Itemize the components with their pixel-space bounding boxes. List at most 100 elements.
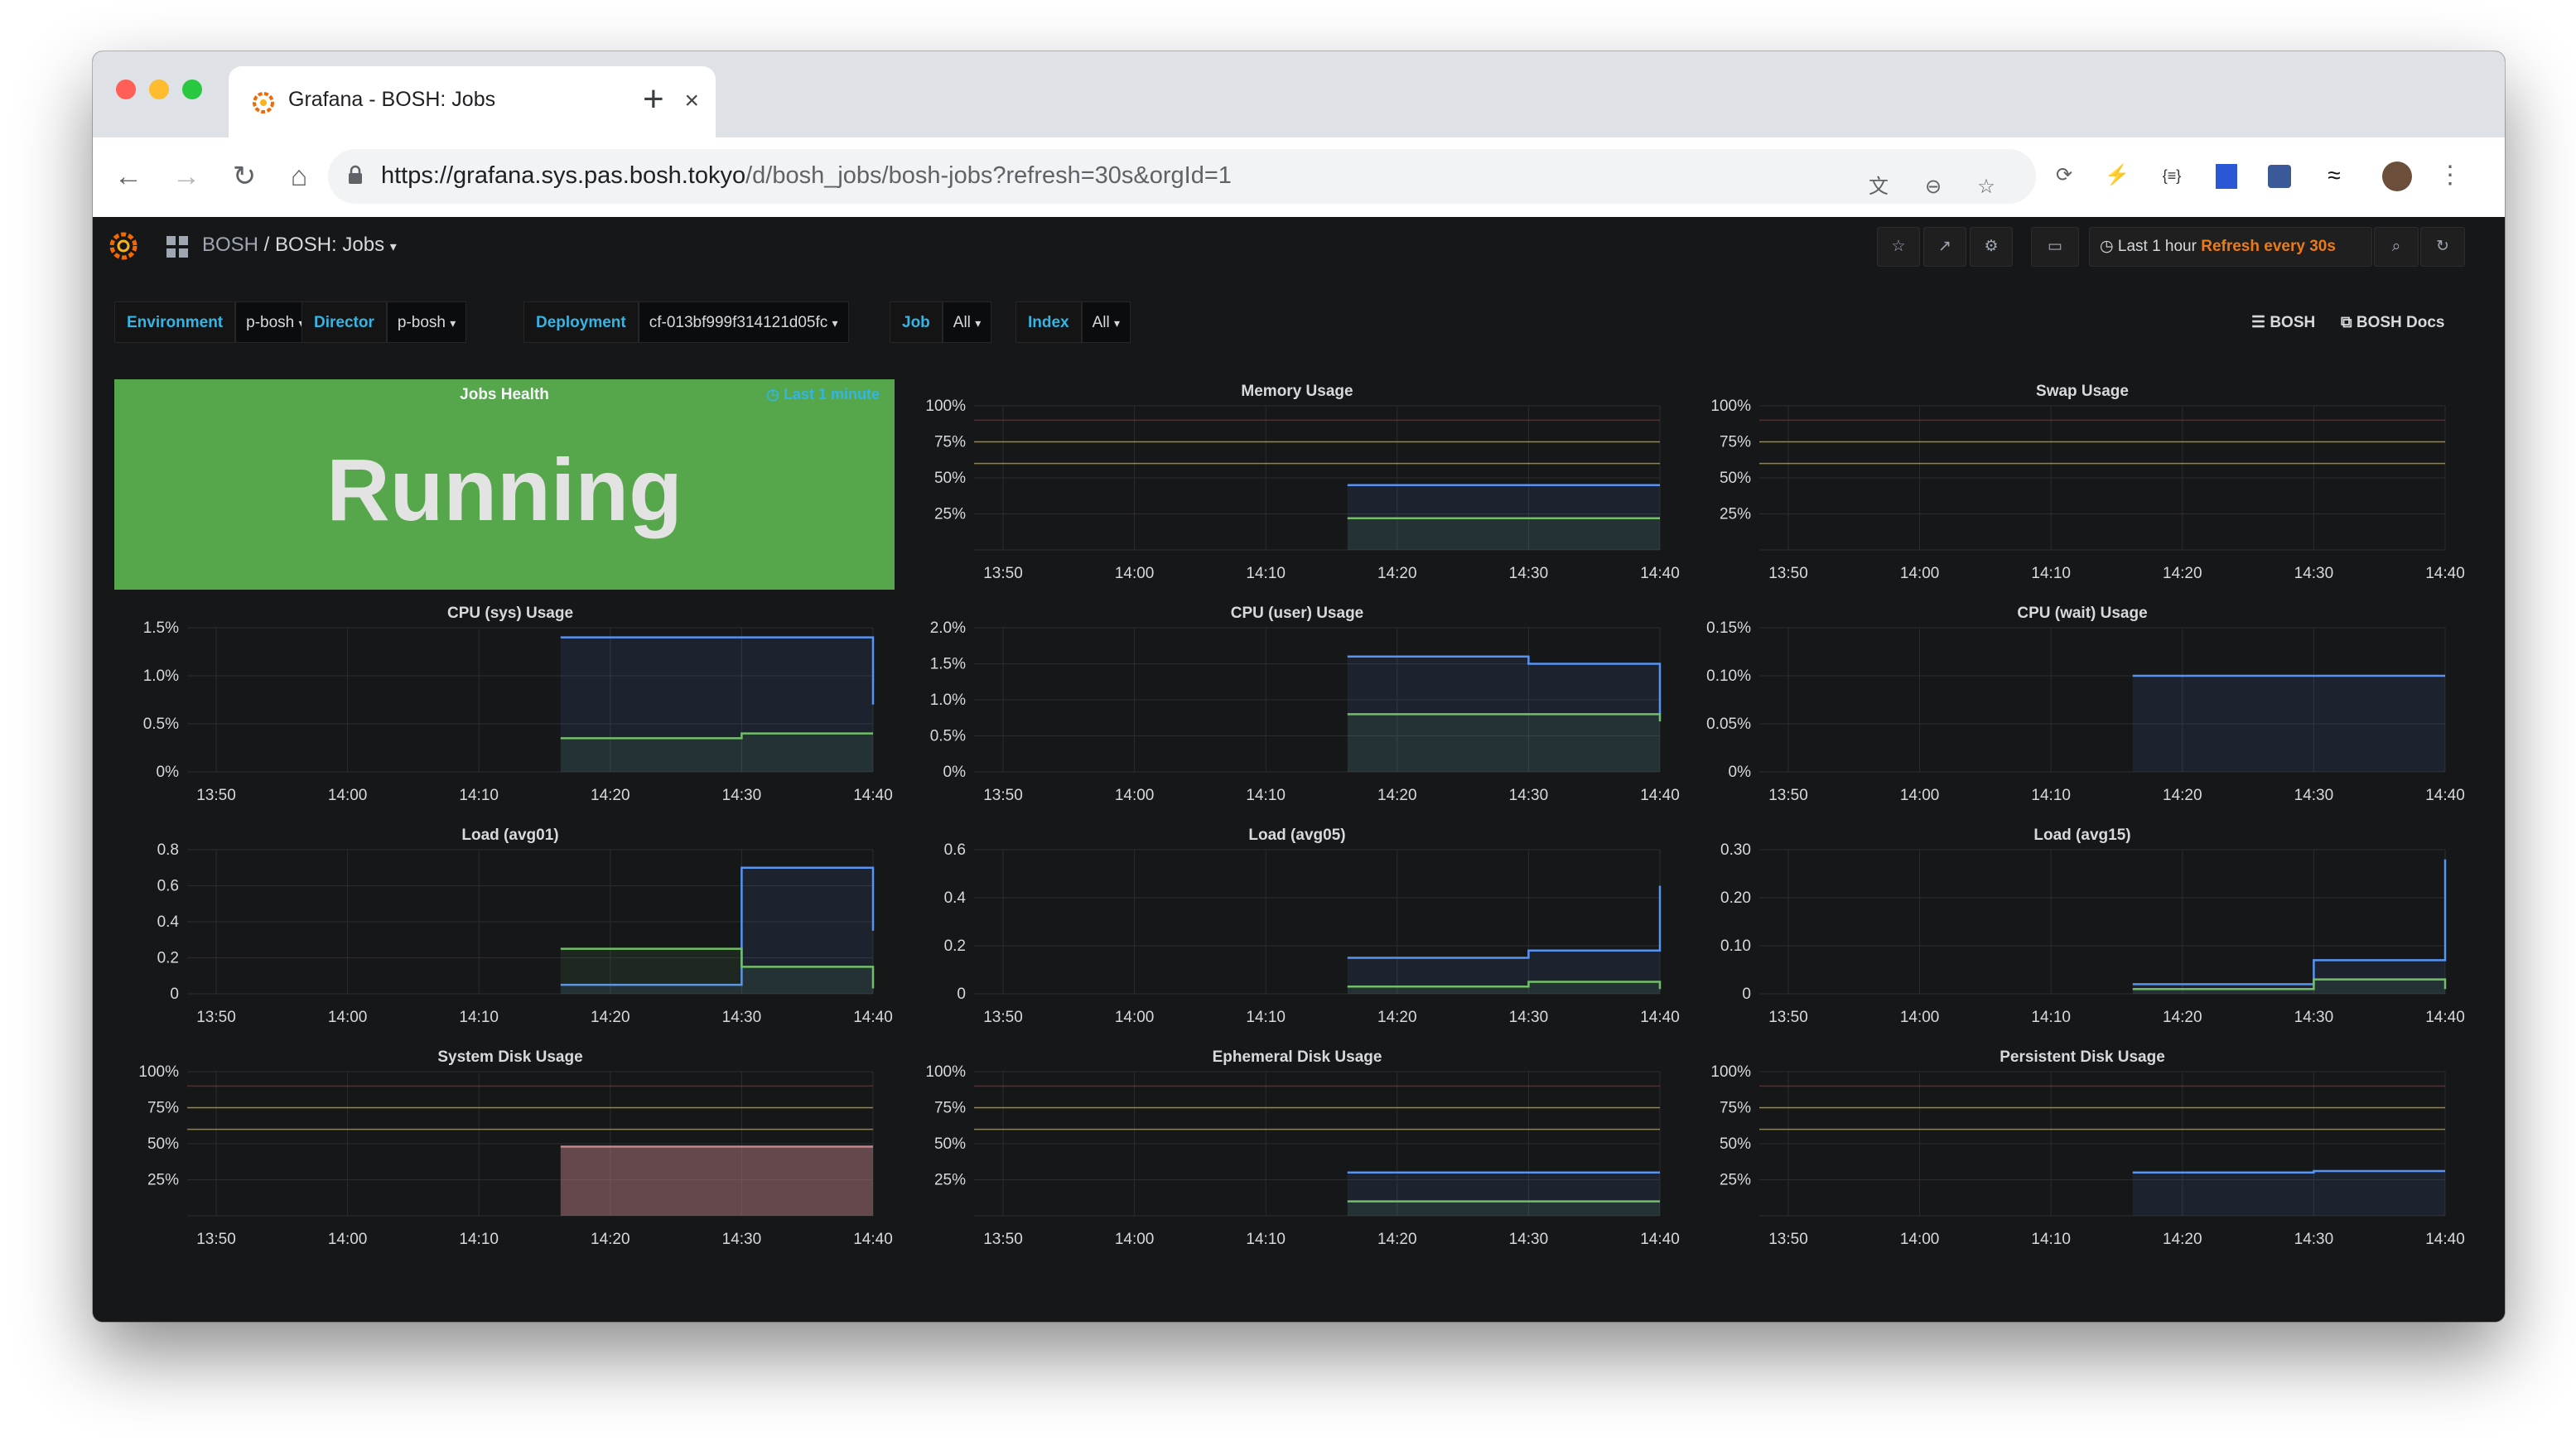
zoom-window-button[interactable]	[182, 80, 202, 99]
var-environment[interactable]: Environmentp-bosh ▾	[114, 301, 316, 343]
bosh-link[interactable]: ☰ BOSH	[2251, 308, 2315, 338]
y-tick-label: 0.8	[157, 841, 179, 859]
y-tick-label: 100%	[1710, 398, 1751, 415]
y-tick-label: 50%	[1720, 1135, 1751, 1153]
tab-close-icon[interactable]: ×	[684, 84, 699, 118]
cycle-view-mode-icon[interactable]: ▭	[2031, 227, 2079, 267]
var-director-select[interactable]: p-bosh ▾	[386, 301, 467, 343]
var-deployment-select[interactable]: cf-013bf999f314121d05fc ▾	[638, 301, 849, 343]
chart-plot: 100% 75% 50% 25% 13:50 14:00 14:10 14:20 14:30 14…	[925, 398, 1679, 582]
dashboard-title[interactable]: BOSH: Jobs	[275, 234, 384, 256]
var-director[interactable]: Director p-bosh ▾	[301, 301, 467, 343]
zoom-out-icon[interactable]: ⊖	[1917, 171, 1950, 204]
x-tick-label: 14:00	[1115, 1231, 1155, 1248]
y-tick-label: 0%	[1729, 764, 1752, 781]
y-tick-label: 25%	[147, 1172, 179, 1189]
panel-swap: Swap Usage 100% 75% 50% 25% 13:50 14:00 14:10 14…	[1693, 379, 2472, 588]
x-tick-label: 14:30	[1509, 1231, 1549, 1248]
chart-plot: 100% 75% 50% 25% 13:50 14:00 14:10 14:20 14:30 14…	[1710, 1063, 2464, 1248]
dashboard-caret-icon[interactable]: ▾	[390, 240, 397, 254]
time-picker[interactable]: ◷ Last 1 hour Refresh every 30s	[2089, 227, 2372, 267]
panel-cpu-wait: CPU (wait) Usage 0.15% 0.10% 0.05% 0% 13:50 14…	[1693, 601, 2472, 810]
y-tick-label: 0	[1742, 986, 1751, 1003]
y-tick-label: 0.6	[157, 878, 179, 895]
panel-load5: Load (avg05) 0.6 0.4 0.2 0 13:50 14:00 14:10 14:…	[908, 823, 1686, 1032]
chrome-menu-icon[interactable]: ⋮	[2434, 159, 2467, 192]
panel-load15: Load (avg15) 0.30 0.20 0.10 0 13:50 14:00 14:10…	[1693, 823, 2472, 1032]
extension-bookmark-icon[interactable]	[2210, 159, 2243, 192]
translate-icon[interactable]: 文	[1862, 171, 1895, 204]
chart-plot: 0.6 0.4 0.2 0 13:50 14:00 14:10 14:20 14:30 14:40	[944, 841, 1680, 1026]
x-tick-label: 14:20	[1377, 787, 1417, 804]
panel-sysdisk: System Disk Usage 100% 75% 50% 25% 13:50 14:00…	[121, 1045, 900, 1254]
series-fill	[1347, 1201, 1660, 1216]
avatar[interactable]	[2381, 159, 2414, 192]
extension-download-icon[interactable]	[2263, 159, 2296, 192]
var-deployment[interactable]: Deployment cf-013bf999f314121d05fc ▾	[523, 301, 849, 343]
y-tick-label: 25%	[934, 1172, 966, 1189]
share-dashboard-icon[interactable]: ↗	[1923, 227, 1966, 267]
series-line	[1347, 885, 1662, 959]
reload-icon[interactable]: ↻	[222, 154, 267, 199]
x-tick-label: 13:50	[983, 1231, 1023, 1248]
external-link-icon: ⧉	[2341, 314, 2352, 331]
new-tab-button[interactable]: +	[643, 68, 664, 131]
y-tick-label: 0.6	[944, 841, 966, 859]
home-icon[interactable]: ⌂	[277, 154, 321, 199]
refresh-icon[interactable]: ↻	[2420, 227, 2465, 267]
breadcrumb[interactable]: BOSH / BOSH: Jobs ▾	[202, 234, 397, 257]
x-tick-label: 14:40	[853, 1009, 893, 1026]
chart-plot: 0.30 0.20 0.10 0 13:50 14:00 14:10 14:20 14:30 14…	[1720, 841, 2465, 1026]
extension-zigzag-icon[interactable]: ≈	[2318, 159, 2351, 192]
x-tick-label: 14:00	[1900, 1231, 1940, 1248]
chart-plot: 100% 75% 50% 25% 13:50 14:00 14:10 14:20 14:30 14…	[1710, 398, 2464, 582]
x-tick-label: 14:10	[2031, 1231, 2071, 1248]
address-bar[interactable]: https://grafana.sys.pas.bosh.tokyo/d/bos…	[328, 149, 2036, 204]
var-environment-label: Environment	[114, 301, 236, 343]
y-tick-label: 0.05%	[1706, 716, 1751, 733]
x-tick-label: 14:00	[328, 1231, 368, 1248]
y-tick-label: 0%	[943, 764, 967, 781]
x-tick-label: 14:20	[2163, 1231, 2202, 1248]
y-tick-label: 0.5%	[143, 716, 179, 733]
bookmark-star-icon[interactable]: ☆	[1970, 171, 2003, 204]
dashboard-grid-icon[interactable]	[166, 235, 189, 258]
bosh-docs-link[interactable]: ⧉ BOSH Docs	[2341, 308, 2445, 338]
var-job-select[interactable]: All ▾	[942, 301, 992, 343]
caret-down-icon: ▾	[832, 316, 838, 330]
star-dashboard-icon[interactable]: ☆	[1877, 227, 1920, 267]
y-tick-label: 0.20	[1720, 889, 1751, 907]
var-index[interactable]: Index All ▾	[1015, 301, 1131, 343]
x-tick-label: 13:50	[983, 1009, 1023, 1026]
x-tick-label: 14:30	[722, 1009, 762, 1026]
x-tick-label: 14:20	[2163, 1009, 2202, 1026]
x-tick-label: 14:00	[1900, 565, 1940, 582]
y-tick-label: 100%	[1710, 1063, 1751, 1081]
x-tick-label: 14:10	[459, 1231, 499, 1248]
breadcrumb-folder[interactable]: BOSH	[202, 234, 258, 256]
clock-icon: ◷	[766, 386, 779, 402]
minimize-window-button[interactable]	[149, 80, 169, 99]
x-tick-label: 14:20	[1377, 1009, 1417, 1026]
y-tick-label: 75%	[147, 1100, 179, 1117]
grafana-favicon-icon	[253, 92, 274, 113]
grafana-dashboard: BOSH / BOSH: Jobs ▾ ☆ ↗ ⚙ ▭ ◷ Last 1 hou…	[93, 217, 2505, 1322]
var-deployment-label: Deployment	[523, 301, 639, 343]
close-window-button[interactable]	[116, 80, 136, 99]
grafana-logo-icon[interactable]	[108, 230, 139, 262]
extension-bolt-icon[interactable]: ⚡	[2101, 159, 2134, 192]
forward-icon[interactable]: →	[164, 154, 209, 199]
var-index-select[interactable]: All ▾	[1081, 301, 1131, 343]
zoom-out-time-icon[interactable]: ⌕	[2374, 227, 2419, 267]
x-tick-label: 14:00	[1900, 1009, 1940, 1026]
jobs-health-panel: Jobs Health ◷ Last 1 minute Running	[114, 379, 895, 590]
settings-gear-icon[interactable]: ⚙	[1970, 227, 2013, 267]
var-job[interactable]: Job All ▾	[890, 301, 992, 343]
chart-plot: 100% 75% 50% 25% 13:50 14:00 14:10 14:20 14:30 14…	[925, 1063, 1679, 1248]
extension-sync-icon[interactable]: ⟳	[2048, 159, 2081, 192]
y-tick-label: 0.5%	[930, 728, 966, 745]
back-icon[interactable]: ←	[106, 154, 151, 199]
url-path: /d/bosh_jobs/bosh-jobs?refresh=30s&orgId…	[745, 162, 1232, 189]
extension-json-icon[interactable]: {≡}	[2155, 159, 2188, 192]
series-fill	[1347, 885, 1660, 994]
